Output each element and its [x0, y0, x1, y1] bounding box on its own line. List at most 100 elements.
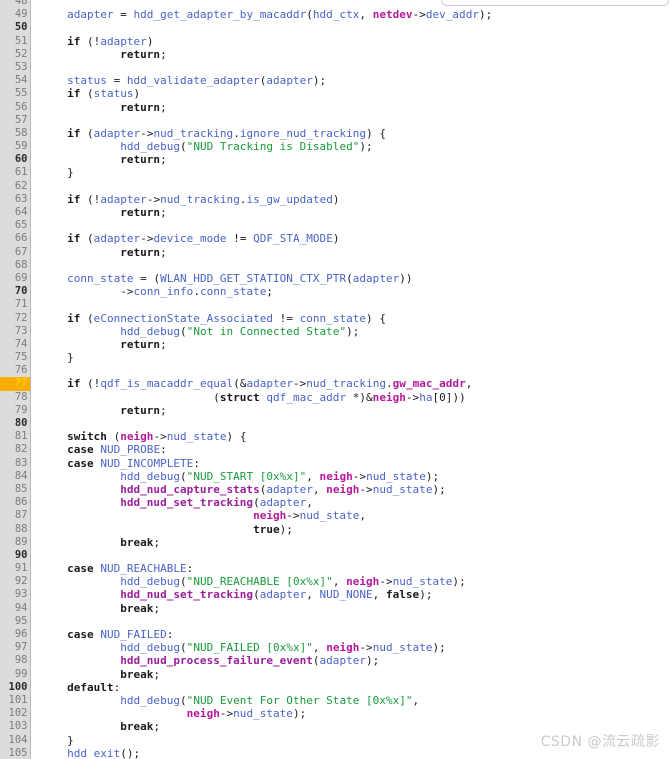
line-number[interactable]: 59 — [0, 140, 31, 154]
code-text[interactable]: ->conn_info.conn_state; — [30, 285, 492, 298]
line-number[interactable]: 71 — [0, 298, 31, 312]
code-text[interactable]: case NUD_PROBE: — [30, 443, 492, 456]
line-number[interactable]: 85 — [0, 482, 31, 497]
line-number[interactable]: 83 — [0, 456, 31, 470]
line-number[interactable]: 73 — [0, 324, 31, 338]
line-number[interactable]: 82 — [0, 443, 31, 457]
line-number[interactable]: 50 — [0, 21, 31, 35]
code-text[interactable]: if (!adapter) — [30, 35, 492, 48]
line-number[interactable]: 78 — [0, 390, 31, 404]
code-text[interactable]: hdd_debug("NUD_REACHABLE [0x%x]", neigh-… — [30, 575, 492, 588]
line-number[interactable]: 66 — [0, 232, 31, 246]
code-text[interactable]: return; — [30, 338, 492, 351]
line-number[interactable]: 65 — [0, 219, 31, 233]
line-number[interactable]: 86 — [0, 496, 31, 510]
code-text[interactable] — [30, 180, 492, 193]
code-text[interactable]: if (status) — [30, 87, 492, 100]
line-number[interactable]: 80 — [0, 417, 31, 431]
line-number[interactable]: 95 — [0, 614, 31, 628]
code-text[interactable] — [30, 364, 492, 377]
code-text[interactable]: return; — [30, 101, 492, 114]
code-text[interactable]: hdd_nud_capture_stats(adapter, neigh->nu… — [30, 483, 492, 496]
code-text[interactable]: hdd_nud_set_tracking(adapter, NUD_NONE, … — [30, 588, 492, 601]
line-number[interactable]: 64 — [0, 206, 31, 220]
code-text[interactable]: true); — [30, 523, 492, 536]
line-number[interactable]: 99 — [0, 667, 31, 681]
code-text[interactable]: conn_state = (WLAN_HDD_GET_STATION_CTX_P… — [30, 272, 492, 285]
line-number[interactable]: 101 — [0, 693, 31, 708]
code-text[interactable]: hdd_debug("Not in Connected State"); — [30, 325, 492, 338]
code-text[interactable]: status = hdd_validate_adapter(adapter); — [30, 74, 492, 87]
line-number[interactable]: 90 — [0, 548, 31, 563]
line-number[interactable]: 93 — [0, 588, 31, 602]
line-number[interactable]: 54 — [0, 74, 31, 88]
line-number[interactable]: 81 — [0, 430, 31, 444]
code-text[interactable] — [30, 259, 492, 272]
line-number[interactable]: 69 — [0, 271, 31, 286]
line-number[interactable]: 56 — [0, 100, 31, 114]
line-number[interactable]: 48 — [0, 0, 31, 9]
line-number[interactable]: 75 — [0, 351, 31, 365]
code-text[interactable]: neigh->nud_state); — [30, 707, 492, 720]
line-number[interactable]: 104 — [0, 733, 31, 747]
code-text[interactable] — [30, 219, 492, 232]
line-number[interactable]: 68 — [0, 258, 31, 272]
line-number[interactable]: 53 — [0, 60, 31, 75]
line-number[interactable]: 60 — [0, 153, 31, 167]
line-number[interactable]: 88 — [0, 522, 31, 536]
line-number[interactable]: 62 — [0, 179, 31, 193]
line-number[interactable]: 89 — [0, 535, 31, 549]
code-text[interactable]: case NUD_INCOMPLETE: — [30, 457, 492, 470]
line-number[interactable]: 96 — [0, 628, 31, 642]
code-text[interactable]: if (!adapter->nud_tracking.is_gw_updated… — [30, 193, 492, 206]
line-number[interactable]: 63 — [0, 192, 31, 206]
line-number[interactable]: 58 — [0, 126, 31, 141]
line-number[interactable]: 70 — [0, 285, 31, 299]
code-text[interactable]: hdd_exit(); — [30, 747, 492, 759]
line-number[interactable]: 105 — [0, 746, 31, 759]
line-number[interactable]: 72 — [0, 311, 31, 325]
code-text[interactable]: if (eConnectionState_Associated != conn_… — [30, 312, 492, 325]
line-number[interactable]: 49 — [0, 8, 31, 22]
code-text[interactable] — [30, 0, 492, 8]
code-text[interactable]: return; — [30, 246, 492, 259]
line-number[interactable]: 92 — [0, 575, 31, 589]
line-number[interactable]: 103 — [0, 720, 31, 734]
line-number[interactable]: 67 — [0, 245, 31, 259]
line-number[interactable]: 97 — [0, 641, 31, 655]
line-number[interactable]: 102 — [0, 707, 31, 721]
code-text[interactable]: if (adapter->device_mode != QDF_STA_MODE… — [30, 232, 492, 245]
code-text[interactable]: break; — [30, 602, 492, 615]
line-number[interactable]: 77 — [0, 377, 31, 391]
line-number[interactable]: 51 — [0, 34, 31, 48]
code-text[interactable]: return; — [30, 404, 492, 417]
code-text[interactable]: hdd_debug("NUD_FAILED [0x%x]", neigh->nu… — [30, 641, 492, 654]
line-number[interactable]: 76 — [0, 364, 31, 378]
code-text[interactable]: return; — [30, 153, 492, 166]
line-number[interactable]: 74 — [0, 337, 31, 352]
code-text[interactable]: switch (neigh->nud_state) { — [30, 430, 492, 443]
code-text[interactable] — [30, 549, 492, 562]
code-text[interactable] — [30, 114, 492, 127]
code-text[interactable]: } — [30, 351, 492, 364]
line-number[interactable]: 55 — [0, 87, 31, 101]
code-text[interactable]: hdd_debug("NUD Event For Other State [0x… — [30, 694, 492, 707]
code-text[interactable]: if (!qdf_is_macaddr_equal(&adapter->nud_… — [30, 377, 492, 390]
line-number[interactable]: 91 — [0, 562, 31, 576]
code-text[interactable]: break; — [30, 720, 492, 733]
code-text[interactable]: hdd_nud_process_failure_event(adapter); — [30, 654, 492, 667]
code-text[interactable]: if (adapter->nud_tracking.ignore_nud_tra… — [30, 127, 492, 140]
code-text[interactable]: (struct qdf_mac_addr *)&neigh->ha[0])) — [30, 391, 492, 404]
code-text[interactable] — [30, 615, 492, 628]
line-number[interactable]: 98 — [0, 654, 31, 668]
code-text[interactable] — [30, 21, 492, 34]
line-number[interactable]: 52 — [0, 47, 31, 61]
code-text[interactable]: neigh->nud_state, — [30, 509, 492, 522]
line-number[interactable]: 84 — [0, 469, 31, 483]
code-text[interactable]: break; — [30, 668, 492, 681]
line-number[interactable]: 79 — [0, 403, 31, 417]
code-text[interactable]: case NUD_REACHABLE: — [30, 562, 492, 575]
line-number[interactable]: 100 — [0, 680, 31, 694]
code-text[interactable]: default: — [30, 681, 492, 694]
code-text[interactable] — [30, 61, 492, 74]
